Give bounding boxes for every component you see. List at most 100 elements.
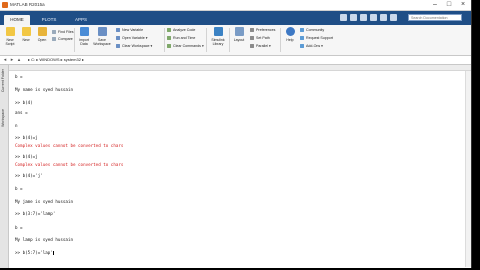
tab-home[interactable]: HOME [4,15,30,25]
title-bar: MATLAB R2015a ‒ □ × [0,0,471,11]
quick-access-cut-icon[interactable] [350,14,357,21]
community-button[interactable]: Community [300,27,324,33]
set-path-label: Set Path [256,36,270,40]
console-line: b = [15,186,23,191]
quick-access-redo-icon[interactable] [390,14,397,21]
open-variable-label: Open Variable ▾ [122,36,148,40]
analyze-code-label: Analyze Code [173,28,196,32]
simulink-library-button[interactable]: Simulink Library [209,27,227,53]
new-script-icon [5,27,15,36]
save-workspace-label: Save Workspace [93,38,111,46]
console-line: >> b(4) [15,100,33,105]
console-line: >> b(3:7)='lamp' [15,211,56,216]
help-icon [285,27,295,36]
open-label: Open [37,38,47,42]
up-folder-icon[interactable]: ▴ [16,56,22,64]
parallel-button[interactable]: Parallel ▾ [250,43,271,49]
command-window[interactable]: b = My name is syed hussain >> b(4) ans … [9,65,471,268]
group-separator [164,28,165,52]
tab-plots[interactable]: PLOTS [36,15,62,25]
layout-icon [234,27,244,36]
open-variable-button[interactable]: Open Variable ▾ [116,35,148,41]
add-ons-icon [300,44,304,49]
tab-apps[interactable]: APPS [68,15,94,25]
run-and-time-label: Run and Time [173,36,196,40]
add-ons-button[interactable]: Add-Ons ▾ [300,43,323,49]
console-line: My jame is syed hussain [15,199,73,204]
workspace-tab[interactable]: Workspace [1,109,8,127]
command-prompt-input[interactable]: >> b(5:7)='lap' [15,250,54,255]
current-folder-tab[interactable]: Current Folder [1,69,8,92]
console-line: >> b(4)='j' [15,173,43,178]
address-bar: ◂ ▸ ▴ ▸ C: ▸ WINDOWS ▸ system32 ▸ [0,56,471,65]
quick-access-save-icon[interactable] [340,14,347,21]
error-message: Complex values cannot be converted to ch… [15,143,124,148]
add-ons-label: Add-Ons ▾ [306,44,323,48]
new-variable-label: New Variable [122,28,144,32]
close-button[interactable]: × [456,0,470,10]
minimize-button[interactable]: ‒ [428,0,442,10]
new-button[interactable]: New [18,27,34,53]
command-window-title-bar [9,65,471,71]
back-arrow-icon[interactable]: ◂ [2,56,8,64]
console-line: My name is syed hussain [15,87,73,92]
new-variable-icon [116,28,120,33]
search-documentation-input[interactable]: Search Documentation [408,14,462,21]
layout-button[interactable]: Layout [231,27,247,53]
clear-workspace-button[interactable]: Clear Workspace ▾ [116,43,152,49]
new-script-button[interactable]: New Script [2,27,18,53]
run-and-time-button[interactable]: Run and Time [167,35,195,41]
request-support-button[interactable]: Request Support [300,35,333,41]
window-title: MATLAB R2015a [10,2,45,7]
preferences-button[interactable]: Preferences [250,27,275,33]
import-data-label: Import Data [79,38,89,46]
forward-arrow-icon[interactable]: ▸ [9,56,15,64]
analyze-code-icon [167,28,171,33]
open-variable-icon [116,36,120,41]
current-folder-path[interactable]: ▸ C: ▸ WINDOWS ▸ system32 ▸ [28,56,84,64]
quick-access-undo-icon[interactable] [380,14,387,21]
new-label: New [22,38,30,42]
new-icon [21,27,31,36]
set-path-icon [250,36,254,41]
open-button[interactable]: Open [34,27,50,53]
error-message: Complex values cannot be converted to ch… [15,162,124,167]
group-separator [206,28,207,52]
clear-commands-button[interactable]: Clear Commands ▾ [167,43,204,49]
run-time-icon [167,36,171,41]
set-path-button[interactable]: Set Path [250,35,270,41]
new-variable-button[interactable]: New Variable [116,27,143,33]
help-button[interactable]: Help [282,27,298,53]
import-data-icon [79,27,89,36]
quick-access-copy-icon[interactable] [360,14,367,21]
compare-label: Compare [58,37,73,41]
console-line: My lamp is syed hussain [15,237,73,242]
group-separator [74,28,75,52]
matlab-window: MATLAB R2015a ‒ □ × HOME PLOTS APPS Sear… [0,0,472,268]
ribbon-tab-bar: HOME PLOTS APPS Search Documentation [0,11,471,25]
compare-button[interactable]: Compare [52,36,73,42]
preferences-label: Preferences [256,28,276,32]
maximize-button[interactable]: □ [442,0,456,10]
help-label: Help [286,38,294,42]
community-label: Community [306,28,325,32]
community-icon [300,28,304,33]
analyze-code-button[interactable]: Analyze Code [167,27,195,33]
collapsed-side-panel: Current Folder Workspace [0,65,9,268]
home-toolstrip: New Script New Open Find Files Compare I… [0,25,471,56]
console-line: >> b(4)=j [15,135,38,140]
current-command-text: >> b(5:7)='lap' [15,250,53,255]
request-support-icon [300,36,304,41]
compare-icon [52,37,56,42]
quick-access-paste-icon[interactable] [370,14,377,21]
request-support-label: Request Support [306,36,333,40]
parallel-label: Parallel ▾ [256,44,271,48]
vertical-scrollbar[interactable] [465,71,471,267]
save-workspace-icon [97,27,107,36]
group-separator [229,28,230,52]
save-workspace-button[interactable]: Save Workspace [93,27,111,53]
simulink-icon [213,27,223,36]
import-data-button[interactable]: Import Data [76,27,92,53]
console-line: b = [15,74,23,79]
find-files-button[interactable]: Find Files [52,29,74,35]
